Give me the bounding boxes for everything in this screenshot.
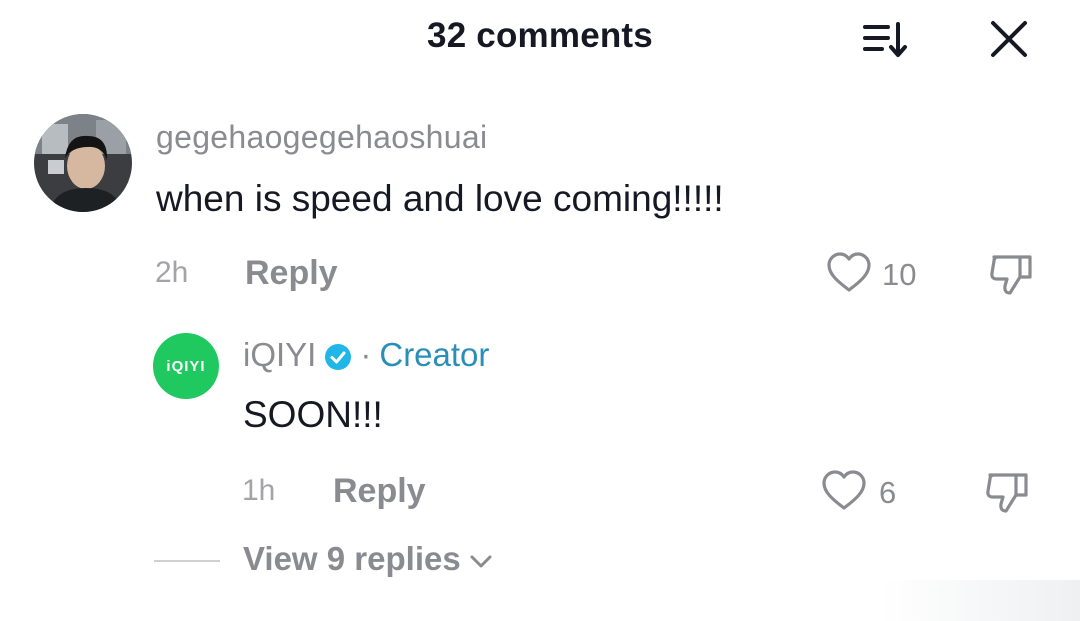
view-replies-label: View 9 replies [243, 540, 461, 577]
thumbs-down-icon [990, 255, 1032, 295]
like-count: 10 [882, 257, 917, 292]
close-icon [991, 21, 1027, 57]
close-button[interactable] [986, 16, 1032, 62]
comment-username[interactable]: gegehaogegehaoshuai [156, 119, 487, 156]
like-button[interactable] [825, 250, 873, 296]
reply-text: SOON!!! [243, 394, 383, 435]
heart-icon [827, 252, 871, 292]
creator-role-label: Creator [379, 336, 490, 373]
chevron-down-icon [467, 545, 495, 573]
thumbs-down-icon [986, 473, 1028, 513]
creator-name-row: iQIYI · Creator [243, 336, 489, 374]
reply-button[interactable]: Reply [245, 254, 338, 293]
creator-avatar[interactable]: iQIYI [153, 333, 219, 399]
comment-timestamp: 2h [155, 256, 189, 289]
view-replies-button[interactable]: View 9 replies [243, 540, 495, 578]
heart-icon [822, 470, 866, 510]
dislike-button[interactable] [986, 249, 1038, 299]
sort-descending-icon [863, 22, 907, 57]
reply-dislike-button[interactable] [982, 467, 1034, 517]
bottom-fade [880, 580, 1080, 621]
reply-timestamp: 1h [242, 474, 276, 507]
comments-header-title: 32 comments [427, 16, 653, 55]
avatar[interactable] [34, 114, 132, 212]
comment-text: when is speed and love coming!!!!! [156, 178, 724, 219]
reply-like-button[interactable] [820, 468, 868, 514]
verified-check-icon [324, 341, 352, 370]
reply-like-count: 6 [879, 475, 897, 510]
creator-username[interactable]: iQIYI [243, 336, 316, 374]
separator-dot: · [360, 336, 372, 373]
reply-to-reply-button[interactable]: Reply [333, 472, 426, 511]
replies-divider [154, 560, 220, 562]
user-photo-avatar [34, 114, 132, 212]
sort-button[interactable] [858, 18, 914, 62]
